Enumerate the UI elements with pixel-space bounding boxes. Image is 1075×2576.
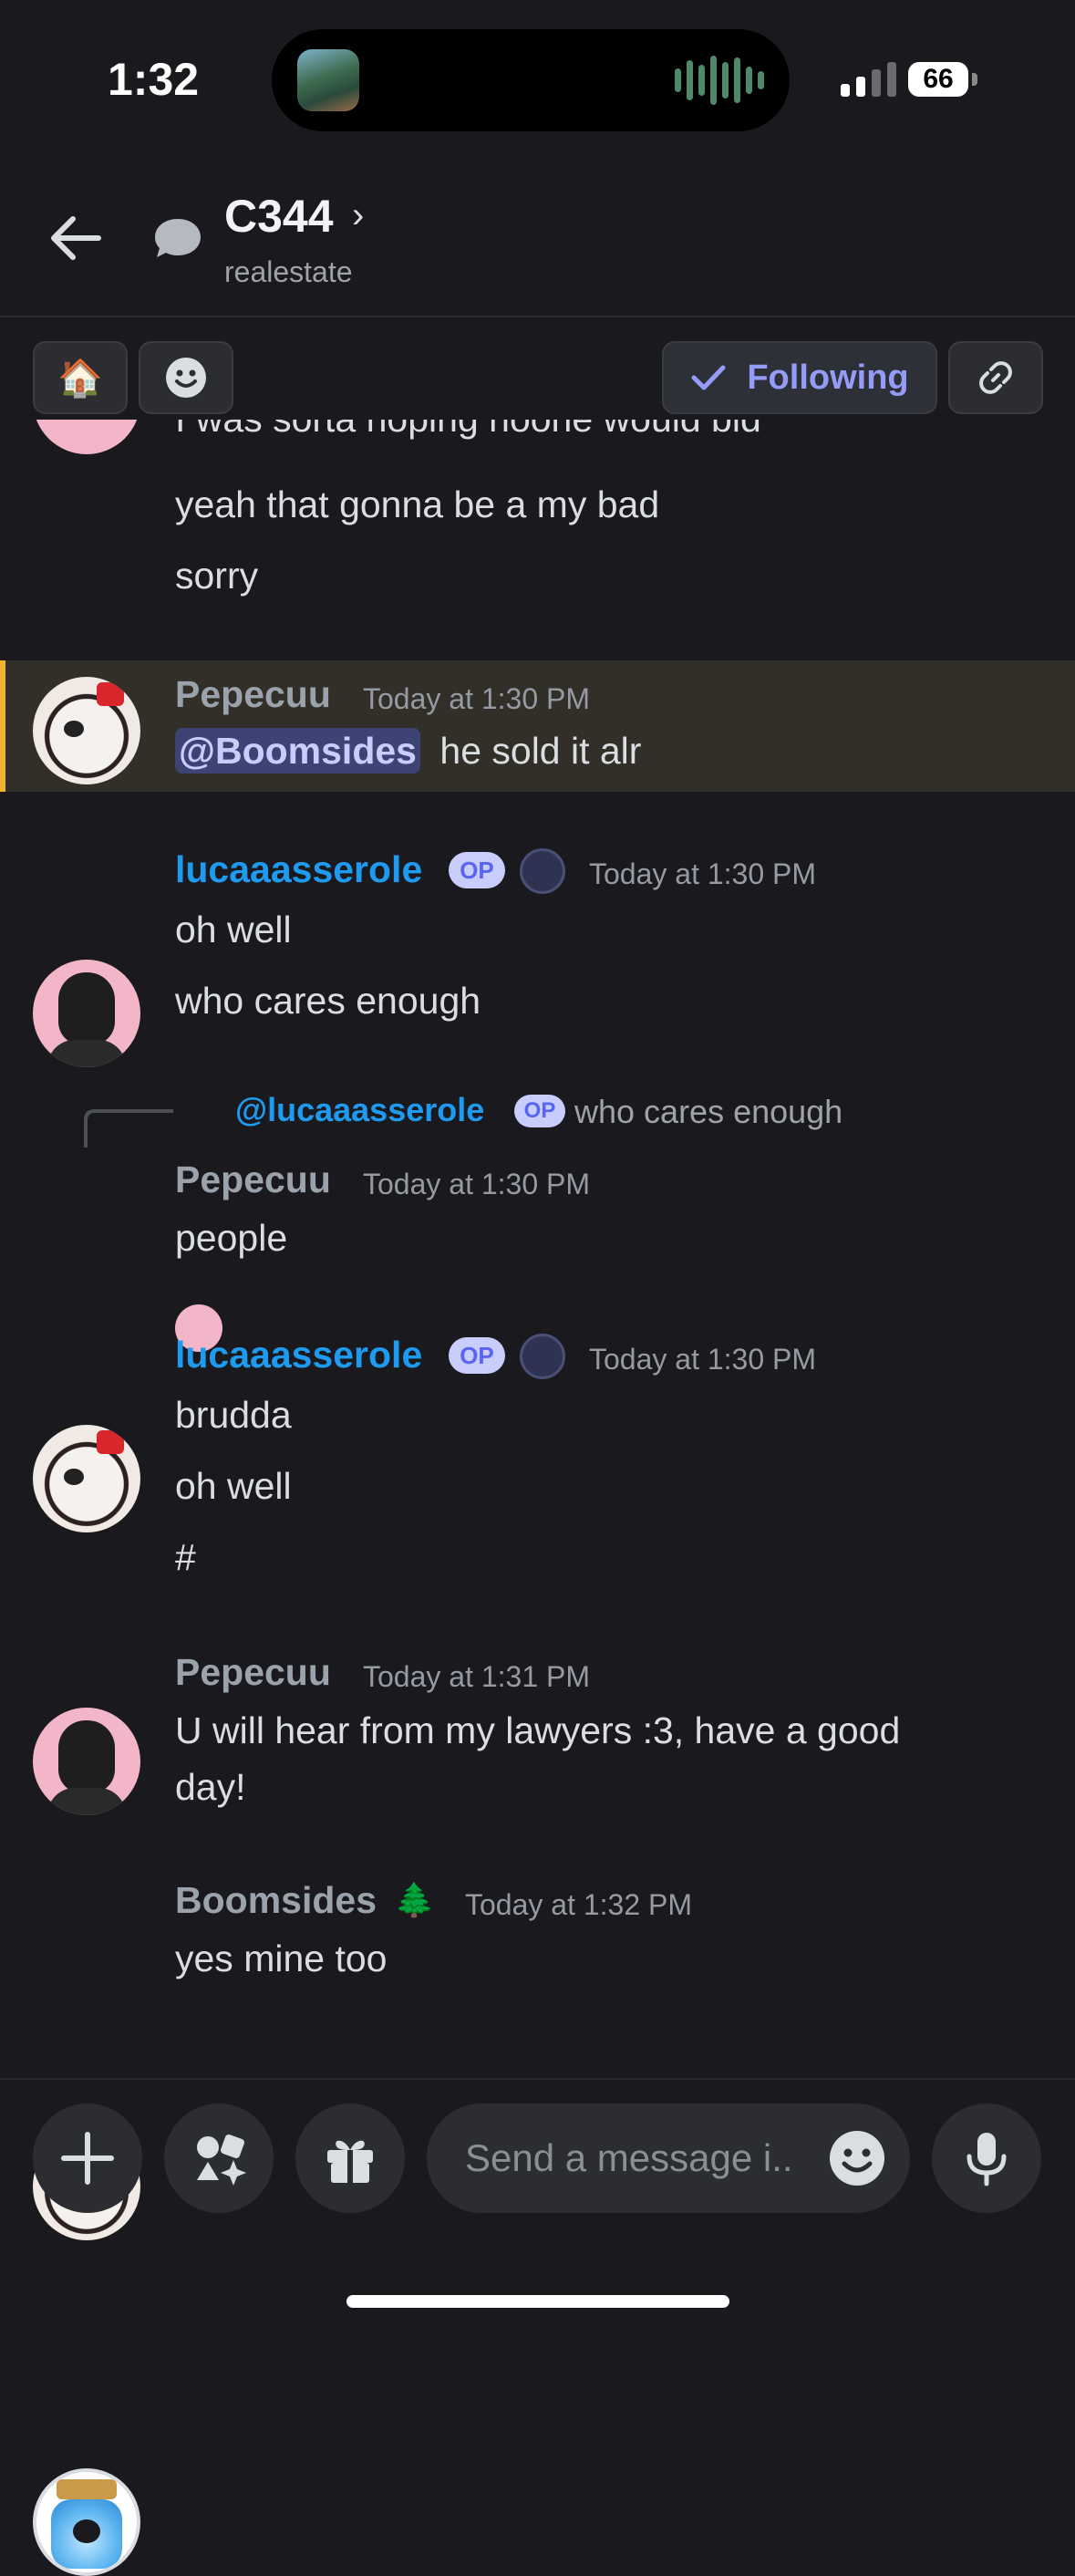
bow-icon — [97, 1430, 124, 1454]
message-input[interactable]: Send a message i.. — [427, 2103, 910, 2213]
voice-message-button[interactable] — [932, 2103, 1041, 2213]
cellular-signal-icon — [841, 60, 896, 97]
avatar-eye — [64, 1469, 84, 1485]
battery-tip-icon — [972, 73, 977, 86]
message-line: day! — [175, 1766, 246, 1808]
message-text: he sold it alr — [439, 730, 642, 772]
audio-waveform-icon — [675, 55, 764, 106]
avatar-lucaaasserole[interactable] — [33, 1708, 140, 1815]
checkmark-icon — [691, 365, 726, 390]
message-line: # — [175, 1536, 196, 1578]
message-line: yeah that gonna be a my bad — [175, 483, 660, 525]
message-placeholder: Send a message i.. — [465, 2136, 793, 2179]
message-line: sorry — [175, 555, 259, 597]
thread-icon — [155, 219, 201, 257]
gift-icon — [327, 2140, 373, 2183]
message-line: @Boomsides he sold it alr — [175, 728, 642, 774]
op-badge: OP — [449, 1337, 505, 1374]
timestamp: Today at 1:30 PM — [363, 1168, 591, 1200]
timestamp: Today at 1:31 PM — [363, 1660, 591, 1693]
avatar-face — [58, 972, 115, 1045]
username[interactable]: Pepecuu — [175, 673, 331, 716]
smiley-icon — [166, 358, 206, 398]
message-text: yes mine too — [175, 1937, 388, 1979]
jar-creature — [73, 2519, 100, 2543]
emoji-picker-icon[interactable] — [828, 2129, 886, 2187]
avatar-lucaaasserole[interactable] — [33, 960, 140, 1067]
username[interactable]: Pepecuu — [175, 1651, 331, 1694]
apps-icon — [197, 2135, 246, 2186]
username[interactable]: lucaaasserole — [175, 848, 422, 891]
avatar-pepecuu[interactable] — [33, 677, 140, 784]
message-line: brudda — [175, 1394, 292, 1436]
server-tag-icon — [520, 848, 565, 894]
chevron-right-icon[interactable]: › — [352, 195, 364, 236]
op-badge: OP — [449, 852, 505, 888]
microphone-icon — [966, 2133, 1007, 2186]
timestamp: Today at 1:30 PM — [589, 1343, 817, 1376]
reply-preview-text[interactable]: who cares enough — [574, 1093, 842, 1131]
avatar-shoulders — [47, 1040, 126, 1067]
following-button[interactable]: Following — [662, 341, 937, 414]
reply-connector — [84, 1109, 173, 1148]
following-label: Following — [747, 358, 909, 397]
gift-button[interactable] — [295, 2103, 405, 2213]
message-line: U will hear from my lawyers :3, have a g… — [175, 1709, 901, 1751]
avatar-face — [58, 1720, 115, 1793]
timestamp: Today at 1:30 PM — [589, 857, 817, 890]
copy-link-button[interactable] — [948, 341, 1043, 414]
tree-emoji-icon: 🌲 — [394, 1881, 435, 1918]
server-tag-icon — [520, 1334, 565, 1379]
add-reaction-button[interactable] — [139, 341, 233, 414]
home-indicator[interactable] — [346, 2295, 729, 2308]
battery-indicator: 66 — [908, 62, 968, 97]
apps-button[interactable] — [164, 2103, 274, 2213]
avatar-boomsides[interactable] — [33, 2468, 140, 2576]
bow-icon — [97, 682, 124, 706]
thread-title[interactable]: C344 — [224, 190, 334, 243]
message-text: people — [175, 1217, 288, 1259]
avatar-shoulders — [47, 1788, 126, 1815]
username[interactable]: lucaaasserole — [175, 1334, 422, 1376]
now-playing-thumbnail — [297, 49, 359, 111]
avatar[interactable] — [33, 420, 140, 454]
jar-lid — [57, 2479, 117, 2499]
dynamic-island[interactable] — [272, 29, 790, 131]
message-line: I was sorta hoping noone would bid — [175, 420, 761, 441]
user-mention[interactable]: @Boomsides — [175, 728, 420, 774]
house-emoji-icon: 🏠 — [57, 358, 103, 399]
link-icon — [979, 361, 1012, 394]
username[interactable]: Pepecuu — [175, 1158, 331, 1201]
mention-highlight-bar — [0, 660, 5, 792]
reaction-house-button[interactable]: 🏠 — [33, 341, 128, 414]
composer-divider — [0, 2078, 1075, 2080]
message-line: oh well — [175, 1465, 292, 1507]
message-line: oh well — [175, 909, 292, 950]
channel-name[interactable]: realestate — [224, 255, 353, 289]
attach-button[interactable] — [33, 2103, 142, 2213]
timestamp: Today at 1:30 PM — [363, 682, 591, 715]
timestamp: Today at 1:32 PM — [465, 1888, 693, 1921]
avatar-eye — [64, 721, 84, 737]
header-divider — [0, 316, 1075, 317]
plus-icon — [61, 2132, 114, 2185]
status-time: 1:32 — [108, 54, 200, 105]
op-badge: OP — [514, 1095, 565, 1127]
username[interactable]: Boomsides — [175, 1879, 377, 1922]
reply-username[interactable]: @lucaaasserole — [235, 1091, 484, 1129]
message-line: who cares enough — [175, 980, 481, 1022]
avatar-pepecuu[interactable] — [33, 1425, 140, 1532]
back-arrow-icon[interactable] — [47, 210, 104, 266]
